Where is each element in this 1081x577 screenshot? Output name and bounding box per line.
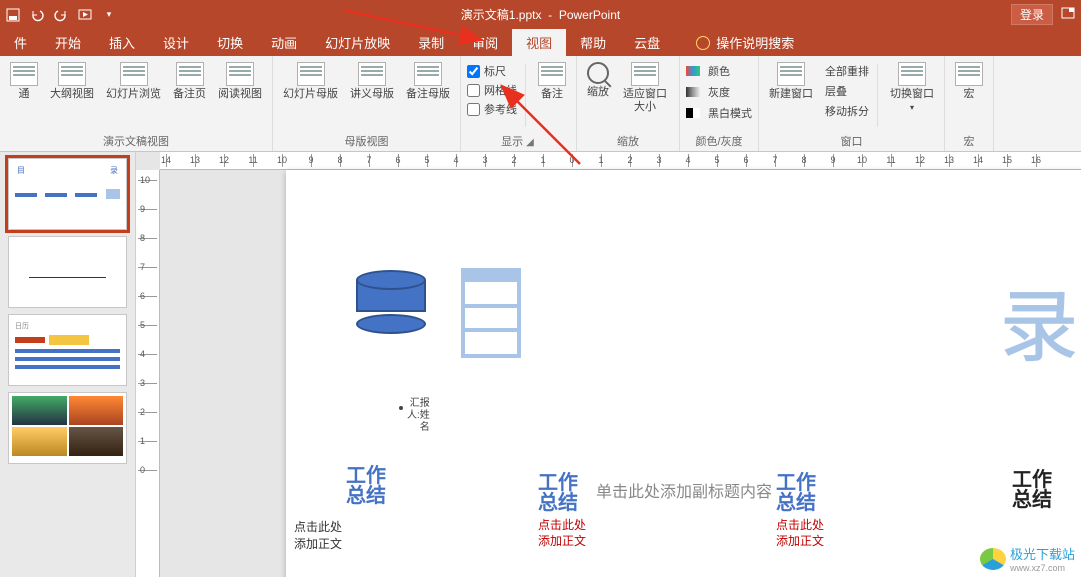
move-split-button[interactable]: 移动拆分 xyxy=(821,102,869,120)
login-button[interactable]: 登录 xyxy=(1011,4,1053,25)
tab-insert[interactable]: 插入 xyxy=(95,29,149,56)
tab-animations[interactable]: 动画 xyxy=(257,29,311,56)
tab-review[interactable]: 审阅 xyxy=(458,29,512,56)
click-placeholder-3[interactable]: 点击此处添加正文 xyxy=(776,518,824,549)
arrange-all-button[interactable]: 全部重排 xyxy=(821,62,869,80)
group-presentation-views: 演示文稿视图 xyxy=(6,131,266,151)
tab-record[interactable]: 录制 xyxy=(404,29,458,56)
thumbnail-3[interactable]: 日历 xyxy=(8,314,127,386)
group-window: 窗口 xyxy=(765,131,938,151)
ruler-checkbox[interactable]: 标尺 xyxy=(467,62,517,80)
work-title-3[interactable]: 工作总结 xyxy=(776,473,816,513)
thumbnail-2[interactable] xyxy=(8,236,127,308)
lu-character-shape[interactable]: 录 xyxy=(1000,265,1076,377)
color-button[interactable]: 颜色 xyxy=(686,62,752,80)
cascade-button[interactable]: 层叠 xyxy=(821,82,869,100)
slide-canvas[interactable]: 录 汇报人:姓名 工作总结 点击此处添加正文 工作总结 点击此处添加正文 单击此… xyxy=(286,170,1081,577)
thumbnail-4[interactable] xyxy=(8,392,127,464)
click-placeholder-1[interactable]: 点击此处添加正文 xyxy=(294,518,342,552)
watermark-logo-icon xyxy=(980,548,1006,570)
group-show: 显示 ◢ xyxy=(467,131,570,151)
click-placeholder-2[interactable]: 点击此处添加正文 xyxy=(538,518,586,549)
tab-file[interactable]: 件 xyxy=(0,29,41,56)
qat-dropdown-icon[interactable]: ▾ xyxy=(102,8,116,22)
group-master-views: 母版视图 xyxy=(279,131,454,151)
redo-icon[interactable] xyxy=(54,8,68,22)
grayscale-button[interactable]: 灰度 xyxy=(686,83,752,101)
macros-button[interactable]: 宏 xyxy=(951,60,987,103)
reading-view-button[interactable]: 阅读视图 xyxy=(214,60,266,103)
mu-character-shape[interactable] xyxy=(461,268,521,358)
lightbulb-icon xyxy=(696,36,710,50)
thumbnail-1[interactable]: 目 录 xyxy=(8,158,127,230)
tab-cloud[interactable]: 云盘 xyxy=(620,29,674,56)
notes-button[interactable]: 备注 xyxy=(534,60,570,103)
notes-master-button[interactable]: 备注母版 xyxy=(402,60,454,103)
tab-slideshow[interactable]: 幻灯片放映 xyxy=(311,29,404,56)
group-zoom: 缩放 xyxy=(583,131,673,151)
group-color-grayscale: 颜色/灰度 xyxy=(686,131,752,151)
start-from-beginning-icon[interactable] xyxy=(78,8,92,22)
ribbon-display-icon[interactable] xyxy=(1061,6,1075,23)
slide-master-button[interactable]: 幻灯片母版 xyxy=(279,60,342,103)
tell-me-search[interactable]: 操作说明搜索 xyxy=(682,29,808,56)
work-title-4[interactable]: 工作总结 xyxy=(1012,470,1052,510)
tab-transitions[interactable]: 切换 xyxy=(203,29,257,56)
blackwhite-button[interactable]: 黑白模式 xyxy=(686,104,752,122)
tab-help[interactable]: 帮助 xyxy=(566,29,620,56)
window-title: 演示文稿1.pptx - PowerPoint xyxy=(461,6,620,23)
cylinder-shape[interactable] xyxy=(356,280,426,324)
slide-thumbnails-panel[interactable]: 目 录 日历 xyxy=(0,152,136,577)
slide-sorter-button[interactable]: 幻灯片浏览 xyxy=(102,60,165,103)
show-dialog-launcher-icon[interactable]: ◢ xyxy=(526,137,536,148)
new-window-button[interactable]: 新建窗口 xyxy=(765,60,817,103)
zoom-button[interactable]: 缩放 xyxy=(583,60,613,101)
handout-master-button[interactable]: 讲义母版 xyxy=(346,60,398,103)
subtitle-placeholder[interactable]: 单击此处添加副标题内容 xyxy=(596,478,772,502)
tab-home[interactable]: 开始 xyxy=(41,29,95,56)
normal-view-button[interactable]: 通 xyxy=(6,60,42,103)
outline-view-button[interactable]: 大纲视图 xyxy=(46,60,98,103)
guides-checkbox[interactable]: 参考线 xyxy=(467,100,517,118)
work-title-1[interactable]: 工作总结 xyxy=(346,466,386,506)
fit-window-button[interactable]: 适应窗口大小 xyxy=(617,60,673,116)
work-title-2[interactable]: 工作总结 xyxy=(538,473,578,513)
magnifier-icon xyxy=(587,62,609,84)
notes-page-button[interactable]: 备注页 xyxy=(169,60,210,103)
switch-windows-button[interactable]: 切换窗口▾ xyxy=(886,60,938,114)
group-macros: 宏 xyxy=(951,131,987,151)
watermark: 极光下载站 www.xz7.com xyxy=(980,544,1075,573)
horizontal-ruler: 1413121110987654321012345678910111213141… xyxy=(160,152,1081,170)
undo-icon[interactable] xyxy=(30,8,44,22)
bullet-icon xyxy=(399,406,403,410)
vertical-ruler: 109876543210 xyxy=(136,170,160,577)
save-icon[interactable] xyxy=(6,8,20,22)
tab-design[interactable]: 设计 xyxy=(149,29,203,56)
gridlines-checkbox[interactable]: 网格线 xyxy=(467,81,517,99)
tab-view[interactable]: 视图 xyxy=(512,29,566,56)
reporter-text[interactable]: 汇报人:姓名 xyxy=(407,398,430,434)
